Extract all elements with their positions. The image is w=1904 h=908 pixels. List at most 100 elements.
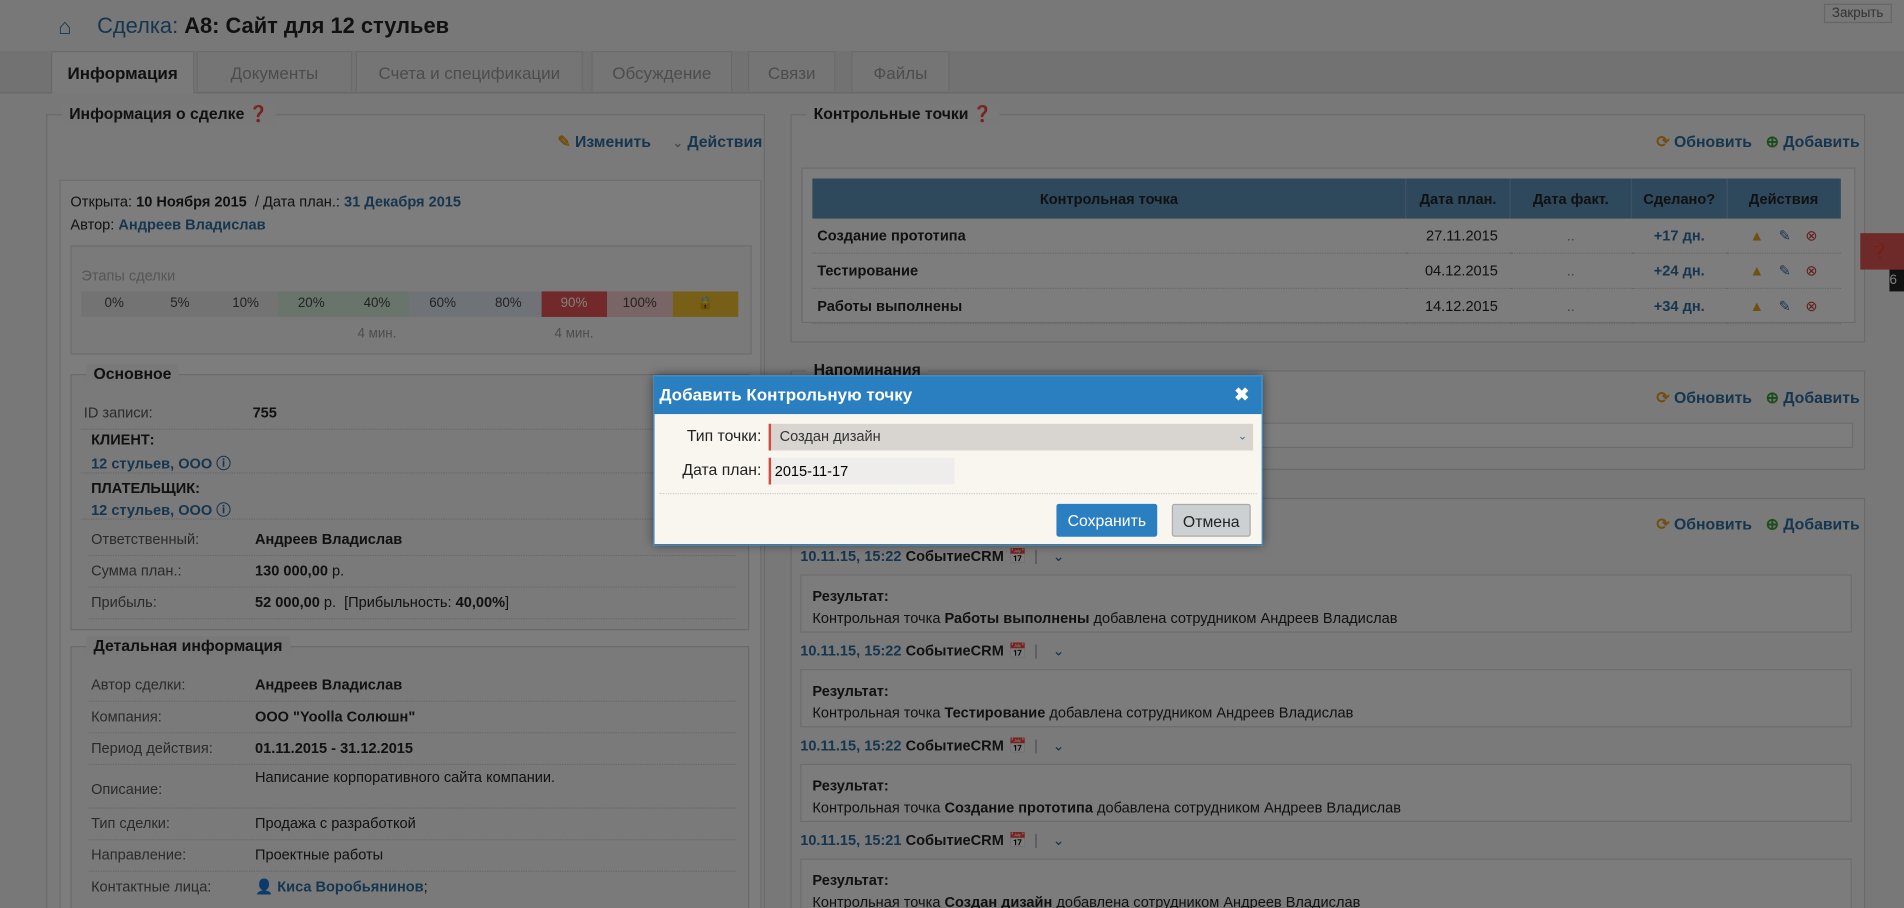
refresh-button[interactable]: ⟳ Обновить (1656, 132, 1752, 151)
tab-5[interactable]: Файлы (851, 51, 950, 92)
stage-4[interactable]: 40% (344, 291, 410, 317)
tab-1[interactable]: Документы (196, 51, 353, 92)
row-detail: Направление: Проектные работы (88, 839, 736, 872)
warning-icon[interactable]: ▲ (1750, 298, 1764, 315)
calendar-icon[interactable]: 📅 (1009, 737, 1027, 754)
stages-title: Этапы сделки (81, 267, 176, 285)
pencil-icon[interactable]: ✎ (1779, 298, 1791, 315)
history-refresh-button[interactable]: ⟳ Обновить (1656, 515, 1752, 534)
reminders-add-button[interactable]: ⊕ Добавить (1766, 389, 1860, 408)
pencil-icon[interactable]: ✎ (1779, 262, 1791, 279)
help-icon[interactable]: ❓ (249, 104, 269, 122)
question-icon: ❓ (1870, 242, 1889, 260)
chevron-down-icon[interactable]: ⌄ (1053, 737, 1065, 754)
column-header: Сделано? (1631, 178, 1728, 219)
stage-time (673, 322, 739, 348)
stage-1[interactable]: 5% (147, 291, 213, 317)
delete-icon[interactable]: ⊗ (1805, 227, 1817, 244)
close-button[interactable]: Закрыть (1823, 3, 1892, 24)
row-label: Описание: (91, 780, 163, 798)
row-detail: Период действия: 01.11.2015 - 31.12.2015 (88, 732, 736, 766)
contact-link[interactable]: Киса Воробьянинов (277, 878, 423, 895)
table-row: Тестирование 04.12.2015.. +24 дн. ▲ ✎ ⊗ (812, 253, 1841, 290)
history-entry: Результат: Контрольная точка Создан дизай… (800, 858, 1852, 908)
row-label: Ответственный: (91, 530, 200, 548)
history-add-button[interactable]: ⊕ Добавить (1766, 515, 1860, 534)
reminders-refresh-button[interactable]: ⟳ Обновить (1656, 389, 1752, 408)
stage-time: 4 мин. (357, 326, 397, 342)
author-link[interactable]: Андреев Владислав (118, 216, 265, 233)
checkpoint-name: Тестирование (944, 704, 1046, 722)
tab-3[interactable]: Обсуждение (591, 51, 733, 92)
calendar-icon[interactable]: 📅 (1009, 832, 1027, 849)
deal-link[interactable]: Сделка: (97, 13, 178, 37)
plus-icon: ⊕ (1765, 388, 1779, 407)
stage-9[interactable]: 🔒 (672, 291, 739, 317)
widget-count: 6 (1889, 269, 1904, 292)
save-button[interactable]: Сохранить (1056, 503, 1158, 537)
cancel-button[interactable]: Отмена (1171, 503, 1251, 537)
type-select[interactable]: Создан дизайн ⌄ (768, 423, 1254, 451)
warning-icon[interactable]: ▲ (1750, 227, 1764, 244)
warning-icon[interactable]: ▲ (1750, 262, 1764, 279)
calendar-icon[interactable]: 📅 (1009, 642, 1027, 659)
close-icon[interactable]: ✖ (1234, 376, 1249, 414)
row-value: 52 000,00 р. [Прибыльность: 40,00%] (255, 594, 509, 611)
plan-date: 04.12.2015 (1406, 253, 1511, 290)
separator: | (1034, 737, 1038, 755)
table-row: Создание прототипа 27.11.2015.. +17 дн. ▲ ✎ ⊗ (812, 218, 1841, 254)
actions-dropdown[interactable]: ⌄ Действия (673, 132, 763, 150)
stage-2[interactable]: 10% (212, 291, 279, 317)
checkpoint-name: Работы выполнены (812, 288, 1407, 325)
stage-7[interactable]: 90% (541, 291, 607, 317)
stage-3[interactable]: 20% (278, 291, 345, 317)
history-time-link[interactable]: 10.11.15, 15:21 (800, 832, 901, 849)
add-button[interactable]: ⊕ Добавить (1766, 132, 1860, 151)
home-icon[interactable]: ⌂ (58, 15, 71, 41)
chevron-down-icon[interactable]: ⌄ (1053, 832, 1065, 849)
edit-button[interactable]: ✎ Изменить (557, 132, 651, 151)
calendar-icon[interactable]: 📅 (1009, 548, 1027, 565)
stage-time (278, 322, 344, 348)
row-payer: ПЛАТЕЛЬЩИК: 12 стульев, ООО ⓘ (81, 475, 736, 520)
date-plan-input[interactable] (768, 457, 955, 485)
prefix: Контрольная точка (812, 893, 945, 908)
delete-icon[interactable]: ⊗ (1805, 262, 1817, 279)
delete-icon[interactable]: ⊗ (1805, 298, 1817, 315)
chevron-down-icon[interactable]: ⌄ (1053, 548, 1065, 565)
row-value: Написание корпоративного сайта компании. (255, 768, 556, 786)
history-time-link[interactable]: 10.11.15, 15:22 (800, 642, 901, 659)
history-type: СобытиеCRM (905, 642, 1004, 660)
profitability: 40,00% (455, 593, 506, 611)
result-text: Контрольная точка Работы выполнены добав… (812, 607, 1839, 629)
stage-0[interactable]: 0% (81, 291, 148, 317)
stage-8[interactable]: 100% (606, 291, 673, 317)
tab-2[interactable]: Счета и спецификации (355, 51, 583, 92)
plus-icon: ⊕ (1765, 132, 1779, 151)
help-widget[interactable]: ❓ (1860, 233, 1904, 270)
type-label: Тип точки: (686, 426, 762, 445)
help-icon[interactable]: ❓ (973, 104, 993, 122)
client-link[interactable]: 12 стульев, ООО ⓘ (91, 453, 231, 474)
row-main: Сумма план.: 130 000,00 р. (88, 555, 736, 588)
history-time-link[interactable]: 10.11.15, 15:22 (800, 737, 901, 754)
pencil-icon[interactable]: ✎ (1779, 227, 1791, 244)
tab-4[interactable]: Связи (748, 51, 836, 92)
tab-0[interactable]: Информация (51, 51, 195, 94)
payer-link[interactable]: 12 стульев, ООО ⓘ (91, 499, 231, 520)
user-icon: 👤 (255, 877, 274, 895)
bracket: ] (505, 593, 510, 611)
stage-time (607, 322, 673, 348)
stage-5[interactable]: 60% (409, 291, 476, 317)
checkpoints-table: Контрольная точка Дата план. Дата факт. Сде… (812, 178, 1841, 325)
stage-time (410, 322, 476, 348)
suffix: добавлена сотрудником Андреев Владислав (1045, 704, 1354, 722)
stage-6[interactable]: 80% (475, 291, 542, 317)
chevron-down-icon[interactable]: ⌄ (1053, 642, 1065, 659)
row-label: Сумма план.: (91, 562, 182, 580)
deal-dates: Открыта: 10 Ноября 2015 / Дата план.: 31… (70, 193, 462, 211)
plan-date-link[interactable]: 31 Декабря 2015 (344, 193, 461, 210)
history-entry: Результат: Контрольная точка Создание про… (800, 763, 1852, 823)
history-time-link[interactable]: 10.11.15, 15:22 (800, 548, 901, 565)
row-value: Проектные работы (255, 846, 384, 864)
